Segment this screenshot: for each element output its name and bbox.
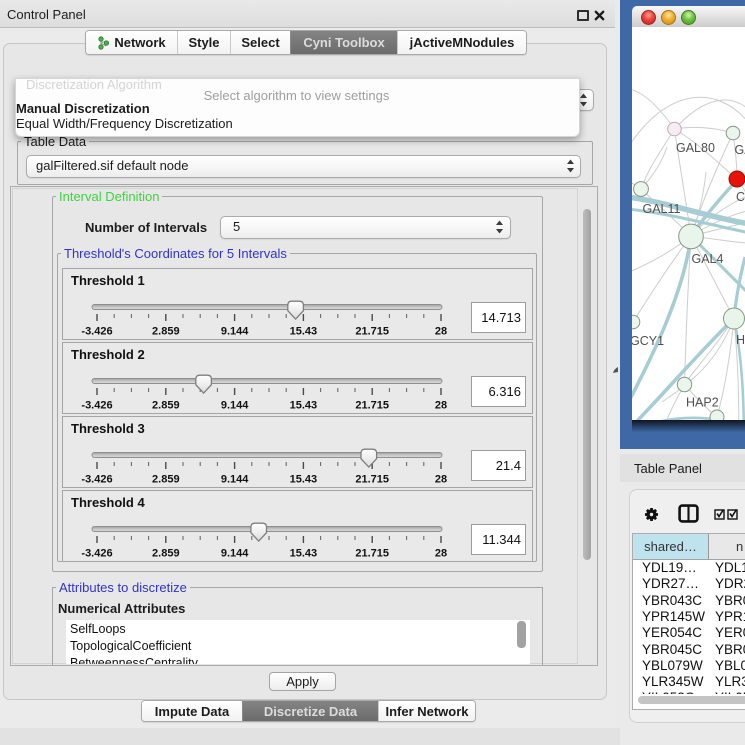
svg-text:-3.426: -3.426 (81, 400, 112, 412)
svg-text:GAL4: GAL4 (692, 252, 724, 266)
svg-text:-3.426: -3.426 (81, 474, 112, 486)
svg-text:GCY1: GCY1 (632, 334, 664, 348)
svg-text:15.43: 15.43 (290, 474, 318, 486)
svg-text:H: H (736, 333, 745, 347)
svg-text:21.715: 21.715 (355, 474, 389, 486)
svg-text:9.144: 9.144 (221, 400, 249, 412)
svg-text:15.43: 15.43 (290, 548, 318, 560)
svg-text:GA: GA (735, 143, 745, 157)
svg-text:HAP2: HAP2 (686, 396, 719, 410)
svg-text:GAL80: GAL80 (676, 141, 715, 155)
svg-text:21.715: 21.715 (355, 326, 389, 338)
svg-text:28: 28 (435, 326, 447, 338)
svg-text:C: C (736, 190, 745, 204)
svg-text:-3.426: -3.426 (81, 326, 112, 338)
svg-text:GAL11: GAL11 (643, 202, 681, 216)
svg-text:28: 28 (435, 400, 447, 412)
svg-text:2.859: 2.859 (152, 548, 180, 560)
svg-text:28: 28 (435, 548, 447, 560)
svg-text:21.715: 21.715 (355, 400, 389, 412)
svg-text:9.144: 9.144 (221, 548, 249, 560)
svg-text:9.144: 9.144 (221, 326, 249, 338)
svg-text:15.43: 15.43 (290, 400, 318, 412)
svg-text:-3.426: -3.426 (81, 548, 112, 560)
svg-text:28: 28 (435, 474, 447, 486)
svg-text:2.859: 2.859 (152, 474, 180, 486)
svg-text:9.144: 9.144 (221, 474, 249, 486)
svg-text:15.43: 15.43 (290, 326, 318, 338)
svg-text:2.859: 2.859 (152, 400, 180, 412)
svg-text:21.715: 21.715 (355, 548, 389, 560)
svg-text:2.859: 2.859 (152, 326, 180, 338)
